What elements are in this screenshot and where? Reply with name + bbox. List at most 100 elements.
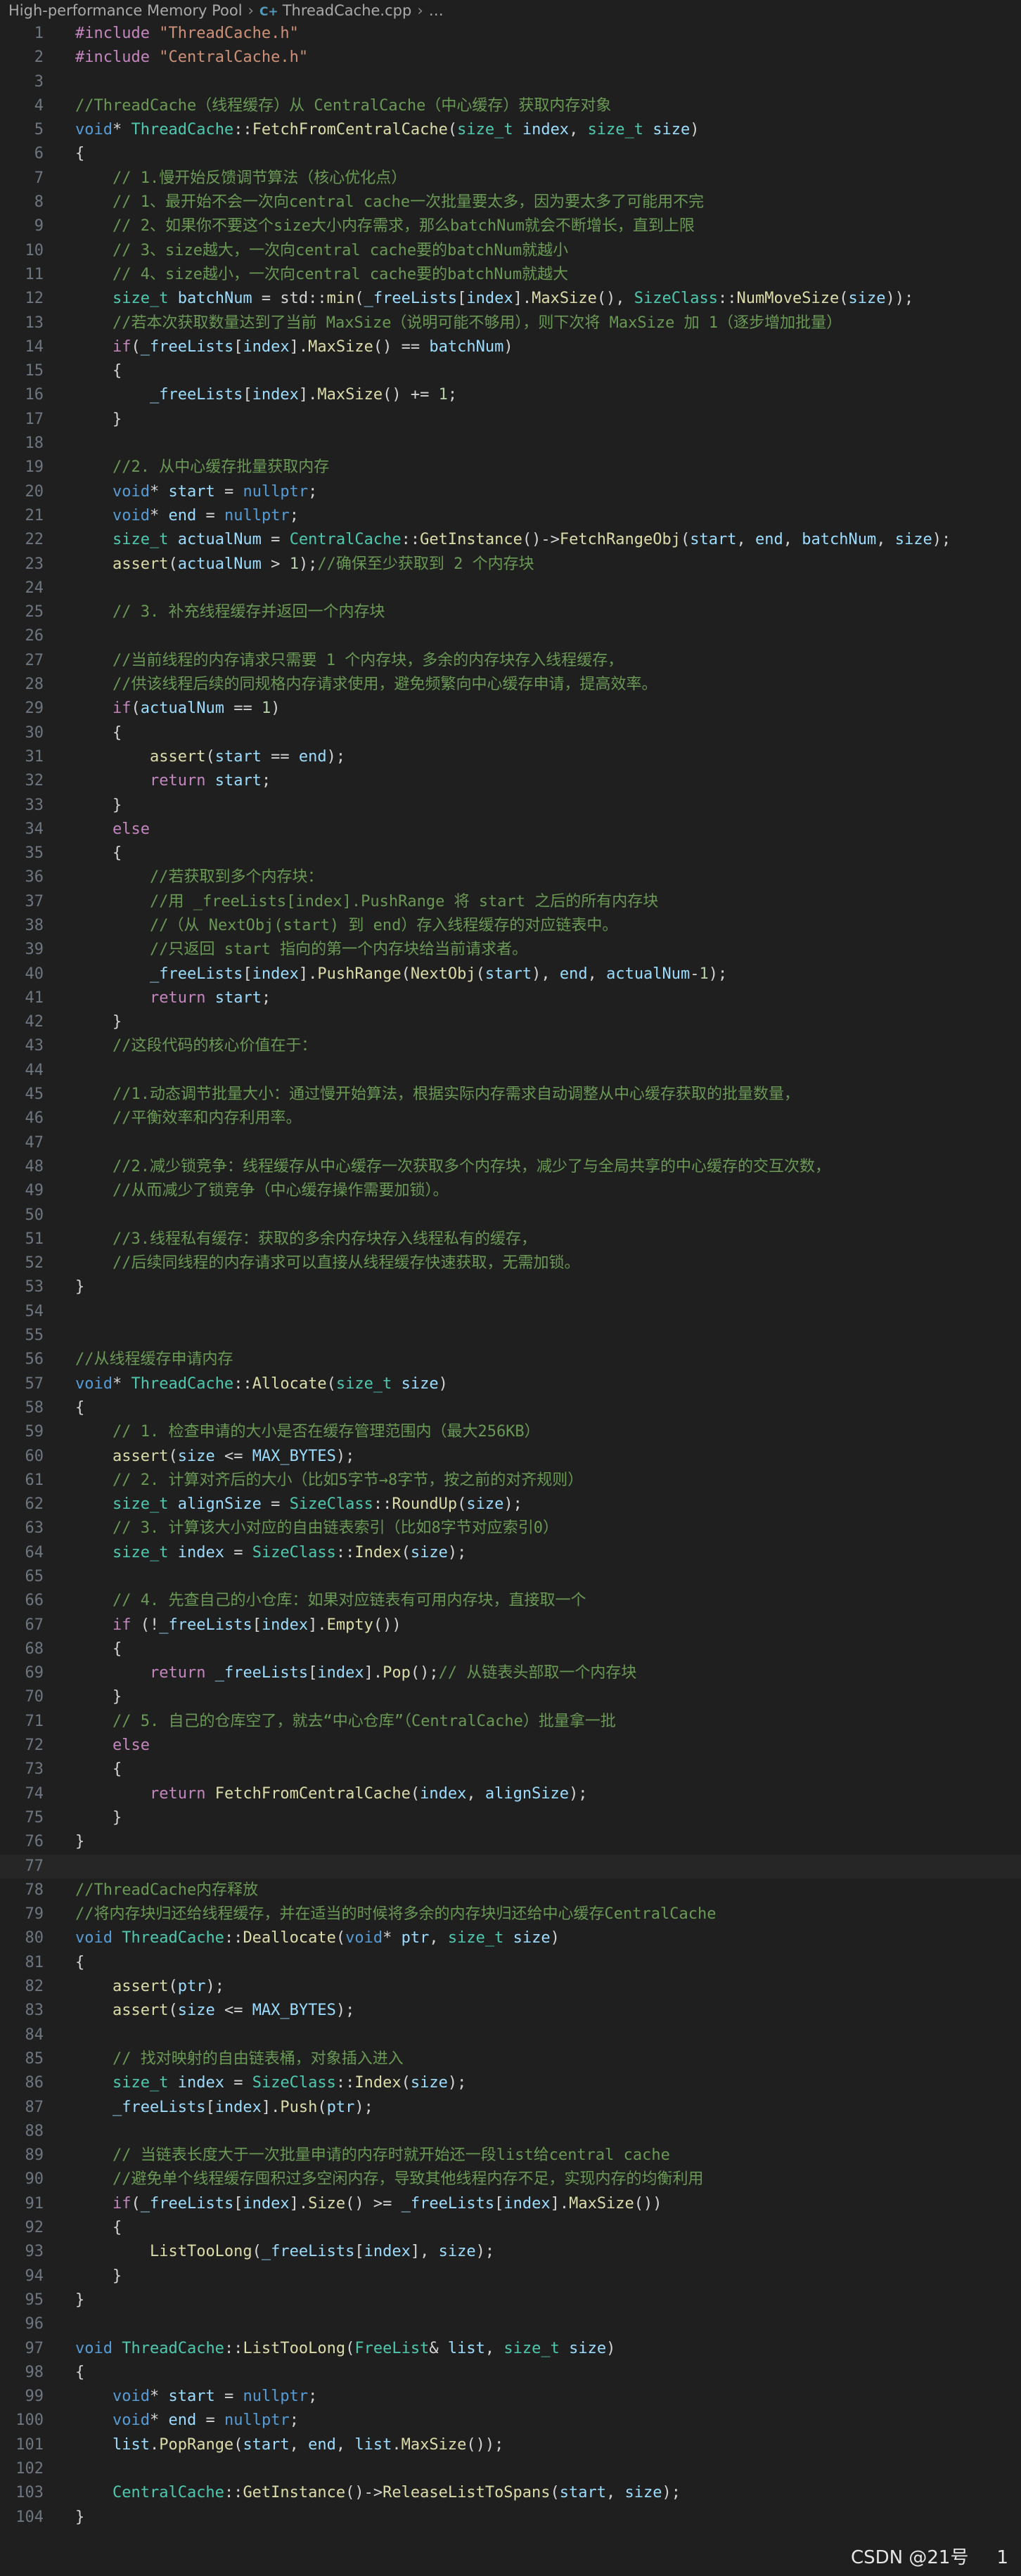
code-line[interactable]: 90 //避免单个线程缓存囤积过多空闲内存，导致其他线程内存不足，实现内存的均衡… [0, 2168, 1021, 2191]
code-line[interactable]: 60 assert(size <= MAX_BYTES); [0, 1445, 1021, 1469]
code-line[interactable]: 57 void* ThreadCache::Allocate(size_t siz… [0, 1372, 1021, 1396]
code-line[interactable]: 14 if(_freeLists[index].MaxSize() == bat… [0, 335, 1021, 359]
code-line[interactable]: 96 [0, 2312, 1021, 2336]
code-line[interactable]: 7 // 1.慢开始反馈调节算法（核心优化点） [0, 167, 1021, 191]
code-line[interactable]: 41 return start; [0, 986, 1021, 1010]
code-line[interactable]: 15 { [0, 359, 1021, 383]
code-line[interactable]: 13 //若本次获取数量达到了当前 MaxSize（说明可能不够用），则下次将 … [0, 311, 1021, 335]
code-line[interactable]: 20 void* start = nullptr; [0, 480, 1021, 504]
code-line[interactable]: 22 size_t actualNum = CentralCache::GetI… [0, 528, 1021, 552]
breadcrumb-file[interactable]: ThreadCache.cpp [283, 2, 412, 19]
code-line[interactable]: 104} [0, 2506, 1021, 2530]
code-line[interactable]: 17 } [0, 408, 1021, 432]
code-line[interactable]: 29 if(actualNum == 1) [0, 697, 1021, 721]
code-line[interactable]: 59 // 1. 检查申请的大小是否在缓存管理范围内（最大256KB） [0, 1420, 1021, 1444]
code-line[interactable]: 69 return _freeLists[index].Pop();// 从链表… [0, 1661, 1021, 1685]
code-line[interactable]: 12 size_t batchNum = std::min(_freeLists… [0, 287, 1021, 311]
code-line[interactable]: 25 // 3. 补充线程缓存并返回一个内存块 [0, 600, 1021, 624]
code-line[interactable]: 23 assert(actualNum > 1);//确保至少获取到 2 个内存… [0, 553, 1021, 577]
code-line[interactable]: 97 void ThreadCache::ListTooLong(FreeList… [0, 2337, 1021, 2361]
code-line[interactable]: 42 } [0, 1010, 1021, 1034]
code-line[interactable]: 80 void ThreadCache::Deallocate(void* ptr… [0, 1926, 1021, 1950]
code-line[interactable]: 44 [0, 1059, 1021, 1083]
code-line[interactable]: 56 //从线程缓存申请内存 [0, 1348, 1021, 1372]
code-line[interactable]: 84 [0, 2023, 1021, 2047]
code-line[interactable]: 10 // 3、size越大，一次向central cache要的batchNu… [0, 239, 1021, 263]
code-line[interactable]: 77 [0, 1854, 1021, 1879]
code-line[interactable]: 39 //只返回 start 指向的第一个内存块给当前请求者。 [0, 938, 1021, 962]
code-line[interactable]: 93 ListTooLong(_freeLists[index], size); [0, 2240, 1021, 2264]
code-line[interactable]: 74 return FetchFromCentralCache(index, a… [0, 1782, 1021, 1806]
code-line[interactable]: 85 // 找对映射的自由链表桶，对象插入进入 [0, 2047, 1021, 2071]
code-line[interactable]: 43 //这段代码的核心价值在于： [0, 1034, 1021, 1058]
code-line[interactable]: 100 void* end = nullptr; [0, 2409, 1021, 2433]
code-line[interactable]: 53} [0, 1275, 1021, 1299]
code-line[interactable]: 28 //供该线程后续的同规格内存请求使用，避免频繁向中心缓存申请，提高效率。 [0, 673, 1021, 697]
code-line[interactable]: 62 size_t alignSize = SizeClass::RoundUp… [0, 1493, 1021, 1516]
code-line[interactable]: 63 // 3. 计算该大小对应的自由链表索引（比如8字节对应索引0） [0, 1516, 1021, 1540]
breadcrumb-folder[interactable]: High-performance Memory Pool [8, 2, 243, 19]
code-line[interactable]: 68 { [0, 1637, 1021, 1661]
code-line[interactable]: 95} [0, 2288, 1021, 2312]
code-line[interactable]: 102 [0, 2457, 1021, 2481]
code-line[interactable]: 52 //后续同线程的内存请求可以直接从线程缓存快速获取，无需加锁。 [0, 1251, 1021, 1275]
code-line[interactable]: 65 [0, 1565, 1021, 1589]
code-line[interactable]: 66 // 4. 先查自己的小仓库：如果对应链表有可用内存块，直接取一个 [0, 1589, 1021, 1613]
code-line[interactable]: 78 //ThreadCache内存释放 [0, 1879, 1021, 1902]
code-line[interactable]: 71 // 5. 自己的仓库空了，就去“中心仓库”（CentralCache）批… [0, 1710, 1021, 1734]
code-line[interactable]: 70 } [0, 1685, 1021, 1709]
breadcrumb-more[interactable]: … [429, 2, 444, 19]
code-line[interactable]: 92 { [0, 2216, 1021, 2240]
code-line[interactable]: 88 [0, 2120, 1021, 2144]
code-line[interactable]: 40 _freeLists[index].PushRange(NextObj(s… [0, 962, 1021, 986]
code-line[interactable]: 48 //2.减少锁竞争：线程缓存从中心缓存一次获取多个内存块，减少了与全局共享… [0, 1155, 1021, 1179]
code-line[interactable]: 73 { [0, 1758, 1021, 1782]
code-line[interactable]: 31 assert(start == end); [0, 745, 1021, 769]
code-line[interactable]: 37 //用 _freeLists[index].PushRange 将 sta… [0, 890, 1021, 914]
code-line[interactable]: 82 assert(ptr); [0, 1975, 1021, 1999]
code-line[interactable]: 34 else [0, 818, 1021, 842]
code-line[interactable]: 47 [0, 1131, 1021, 1155]
code-line[interactable]: 16 _freeLists[index].MaxSize() += 1; [0, 383, 1021, 407]
code-line[interactable]: 35 { [0, 842, 1021, 865]
code-line[interactable]: 81 { [0, 1951, 1021, 1975]
code-line[interactable]: 94 } [0, 2265, 1021, 2288]
code-editor[interactable]: 1 #include "ThreadCache.h" 2 #include "Cent… [0, 22, 1021, 2530]
code-line[interactable]: 30 { [0, 721, 1021, 745]
code-line[interactable]: 46 //平衡效率和内存利用率。 [0, 1107, 1021, 1131]
code-line[interactable]: 27 //当前线程的内存请求只需要 1 个内存块，多余的内存块存入线程缓存， [0, 649, 1021, 673]
code-line[interactable]: 79 //将内存块归还给线程缓存，并在适当的时候将多余的内存块归还给中心缓存Cen… [0, 1902, 1021, 1926]
code-line[interactable]: 50 [0, 1204, 1021, 1228]
code-line[interactable]: 19 //2. 从中心缓存批量获取内存 [0, 456, 1021, 479]
code-line[interactable]: 64 size_t index = SizeClass::Index(size)… [0, 1541, 1021, 1565]
code-line[interactable]: 24 [0, 577, 1021, 600]
code-line[interactable]: 89 // 当链表长度大于一次批量申请的内存时就开始还一段list给centra… [0, 2144, 1021, 2168]
code-line[interactable]: 5 void* ThreadCache::FetchFromCentralCach… [0, 118, 1021, 142]
code-line[interactable]: 18 [0, 432, 1021, 456]
code-line[interactable]: 32 return start; [0, 769, 1021, 793]
code-line[interactable]: 75 } [0, 1806, 1021, 1830]
code-line[interactable]: 21 void* end = nullptr; [0, 504, 1021, 528]
code-line[interactable]: 9 // 2、如果你不要这个size大小内存需求，那么batchNum就会不断增… [0, 214, 1021, 238]
code-line[interactable]: 26 [0, 624, 1021, 648]
code-line[interactable]: 83 assert(size <= MAX_BYTES); [0, 1999, 1021, 2023]
code-line[interactable]: 45 //1.动态调节批量大小：通过慢开始算法，根据实际内存需求自动调整从中心缓… [0, 1083, 1021, 1107]
code-line[interactable]: 33 } [0, 794, 1021, 818]
code-line[interactable]: 51 //3.线程私有缓存：获取的多余内存块存入线程私有的缓存， [0, 1228, 1021, 1251]
code-line[interactable]: 54 [0, 1300, 1021, 1324]
code-line[interactable]: 67 if (!_freeLists[index].Empty()) [0, 1614, 1021, 1637]
code-line[interactable]: 38 //（从 NextObj(start) 到 end）存入线程缓存的对应链表… [0, 914, 1021, 938]
code-line[interactable]: 86 size_t index = SizeClass::Index(size)… [0, 2071, 1021, 2095]
code-line[interactable]: 1 #include "ThreadCache.h" [0, 22, 1021, 46]
code-line[interactable]: 58 { [0, 1396, 1021, 1420]
code-line[interactable]: 6{ [0, 142, 1021, 166]
code-line[interactable]: 4 //ThreadCache（线程缓存）从 CentralCache（中心缓存）… [0, 94, 1021, 118]
code-line[interactable]: 103 CentralCache::GetInstance()->Release… [0, 2481, 1021, 2505]
code-line[interactable]: 61 // 2. 计算对齐后的大小（比如5字节→8字节，按之前的对齐规则） [0, 1469, 1021, 1493]
code-line[interactable]: 8 // 1、最开始不会一次向central cache一次批量要太多，因为要太… [0, 191, 1021, 214]
code-line[interactable]: 98 { [0, 2361, 1021, 2385]
code-line[interactable]: 11 // 4、size越小，一次向central cache要的batchNu… [0, 263, 1021, 287]
code-line[interactable]: 3 [0, 70, 1021, 94]
code-line[interactable]: 76} [0, 1830, 1021, 1854]
code-line[interactable]: 2 #include "CentralCache.h" [0, 46, 1021, 70]
